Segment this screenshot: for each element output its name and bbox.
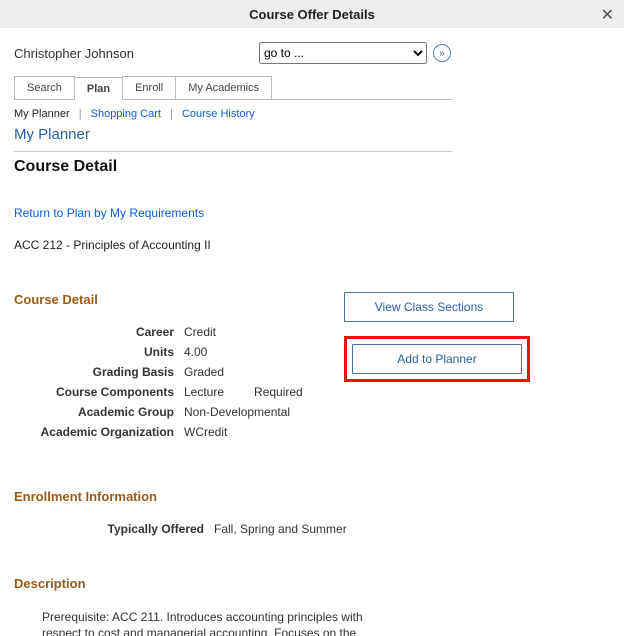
course-title-line: ACC 212 - Principles of Accounting II (14, 238, 594, 252)
student-name: Christopher Johnson (14, 46, 259, 61)
label-career: Career (14, 325, 184, 339)
label-grading: Grading Basis (14, 365, 184, 379)
value-typically-offered: Fall, Spring and Summer (214, 522, 347, 536)
label-components: Course Components (14, 385, 184, 399)
subnav-course-history[interactable]: Course History (182, 108, 255, 120)
tab-search[interactable]: Search (14, 76, 75, 99)
return-link[interactable]: Return to Plan by My Requirements (14, 206, 204, 220)
close-icon[interactable]: ✕ (601, 5, 614, 25)
modal-body: Christopher Johnson go to ... » Search P… (0, 28, 624, 636)
modal-titlebar: Course Offer Details ✕ (0, 0, 624, 28)
label-academic-org: Academic Organization (14, 425, 184, 439)
go-button[interactable]: » (433, 44, 451, 62)
section-enrollment-info: Enrollment Information (14, 489, 594, 504)
main-tabs: Search Plan Enroll My Academics (14, 76, 452, 100)
label-typically-offered: Typically Offered (14, 522, 214, 536)
value-units: 4.00 (184, 345, 207, 359)
value-grading: Graded (184, 365, 224, 379)
tab-enroll[interactable]: Enroll (122, 76, 176, 99)
subnav-my-planner[interactable]: My Planner (14, 108, 70, 120)
value-academic-org: WCredit (184, 425, 227, 439)
highlight-box: Add to Planner (344, 336, 530, 382)
view-class-sections-button[interactable]: View Class Sections (344, 292, 514, 322)
label-units: Units (14, 345, 184, 359)
double-chevron-icon: » (439, 48, 445, 59)
tab-plan[interactable]: Plan (74, 77, 123, 100)
section-description: Description (14, 576, 594, 591)
page-title: Course Detail (14, 158, 594, 176)
label-academic-group: Academic Group (14, 405, 184, 419)
description-text: Prerequisite: ACC 211. Introduces accoun… (42, 609, 402, 636)
planner-heading: My Planner (14, 126, 594, 143)
value-component-required: Required (254, 385, 303, 399)
section-course-detail: Course Detail (14, 292, 344, 307)
modal-title: Course Offer Details (249, 7, 375, 22)
add-to-planner-button[interactable]: Add to Planner (352, 344, 522, 374)
value-career: Credit (184, 325, 216, 339)
tab-my-academics[interactable]: My Academics (175, 76, 272, 99)
goto-select[interactable]: go to ... (259, 42, 427, 64)
sub-nav: My Planner | Shopping Cart | Course Hist… (14, 108, 594, 120)
subnav-shopping-cart[interactable]: Shopping Cart (91, 108, 161, 120)
value-academic-group: Non-Developmental (184, 405, 290, 419)
value-component: Lecture (184, 385, 224, 399)
divider (14, 151, 452, 152)
